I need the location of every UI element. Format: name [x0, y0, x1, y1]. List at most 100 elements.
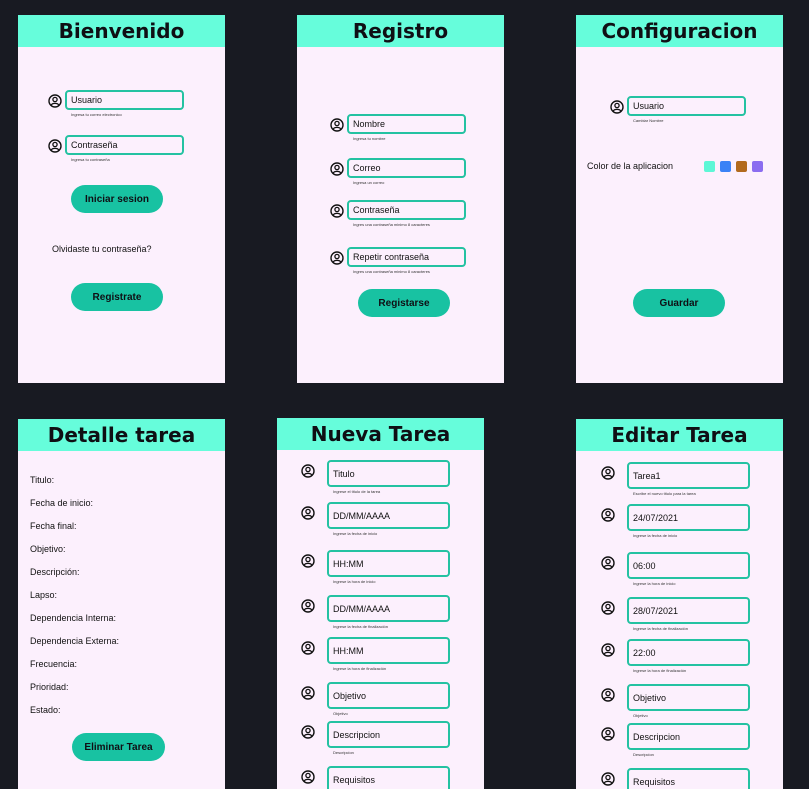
user-icon: [48, 94, 62, 108]
edit-task-hint: Ingrese la hora de finalización: [633, 668, 687, 673]
new-task-hint: Ingrese la fecha de finalización: [333, 624, 388, 629]
user-icon: [330, 251, 344, 265]
detail-label: Fecha final:: [30, 521, 77, 531]
detail-label: Dependencia Externa:: [30, 636, 120, 646]
new-task-field: HH:MM Ingrese la hora de inicio: [301, 550, 450, 584]
edit-task-input[interactable]: 28/07/2021: [627, 597, 750, 624]
user-icon: [301, 506, 315, 520]
login-user-field: Usuario Ingresa tu correo electronico: [48, 90, 184, 117]
config-title: Configuracion: [576, 15, 783, 47]
register-submit-button[interactable]: Registarse: [358, 289, 450, 317]
edit-task-input[interactable]: Descripcion: [627, 723, 750, 750]
register-email-hint: Ingresa un correo: [353, 180, 385, 185]
new-task-input[interactable]: Requisitos: [327, 766, 450, 789]
config-user-hint: Cambiar Nombre: [633, 118, 664, 123]
new-task-hint: Ingrese la fecha de inicio: [333, 531, 378, 536]
new-task-input[interactable]: HH:MM: [327, 637, 450, 664]
register-link-button[interactable]: Registrate: [71, 283, 163, 311]
delete-task-button[interactable]: Eliminar Tarea: [72, 733, 165, 761]
edit-task-input[interactable]: 22:00: [627, 639, 750, 666]
user-icon: [301, 641, 315, 655]
detail-label: Titulo:: [30, 475, 55, 485]
login-user-input[interactable]: Usuario: [65, 90, 184, 110]
new-task-input[interactable]: Titulo: [327, 460, 450, 487]
new-task-hint: Ingrese el titulo de la tarea: [333, 489, 381, 494]
user-icon: [301, 599, 315, 613]
login-pass-field: Contraseña Ingresa tu contraseña: [48, 135, 184, 162]
new-task-field: DD/MM/AAAA Ingrese la fecha de inicio: [301, 502, 450, 536]
detail-title: Detalle tarea: [18, 419, 225, 451]
color-swatch-purple[interactable]: [752, 161, 763, 172]
user-icon: [330, 118, 344, 132]
color-swatch-aqua[interactable]: [704, 161, 715, 172]
register-screen: Registro Nombre Ingresa tu nombre Correo…: [297, 15, 504, 383]
new-task-hint: Objetivo: [333, 711, 348, 716]
login-title: Bienvenido: [18, 15, 225, 47]
edit-task-input[interactable]: Requisitos: [627, 768, 750, 789]
new-task-hint: Descripcion: [333, 750, 354, 755]
login-pass-input[interactable]: Contraseña: [65, 135, 184, 155]
new-task-screen: Nueva Tarea Titulo Ingrese el titulo de …: [277, 418, 484, 789]
register-pass2-input[interactable]: Repetir contraseña: [347, 247, 466, 267]
user-icon: [301, 686, 315, 700]
new-task-input[interactable]: DD/MM/AAAA: [327, 595, 450, 622]
new-task-input[interactable]: HH:MM: [327, 550, 450, 577]
register-pass2-hint: Ingres una contraseña minimo 8 caractere…: [353, 269, 430, 274]
app-color-label: Color de la aplicacion: [587, 161, 674, 171]
login-screen: Bienvenido Usuario Ingresa tu correo ele…: [18, 15, 225, 383]
new-task-input[interactable]: DD/MM/AAAA: [327, 502, 450, 529]
register-field: Nombre Ingresa tu nombre: [330, 114, 466, 141]
user-icon: [301, 464, 315, 478]
register-field: Repetir contraseña Ingres una contraseña…: [330, 247, 466, 274]
edit-task-field: 24/07/2021 Ingrese la fecha de inicio: [601, 504, 750, 538]
edit-task-input[interactable]: Tarea1: [627, 462, 750, 489]
user-icon: [601, 508, 615, 522]
new-task-field: DD/MM/AAAA Ingrese la fecha de finalizac…: [301, 595, 450, 629]
user-icon: [601, 601, 615, 615]
detail-label: Estado:: [30, 705, 61, 715]
edit-task-field: Requisitos: [601, 768, 750, 789]
new-task-hint: Ingrese la hora de inicio: [333, 579, 376, 584]
user-icon: [601, 466, 615, 480]
edit-task-field: 06:00 Ingrese la hora de inicio: [601, 552, 750, 586]
edit-task-title: Editar Tarea: [576, 419, 783, 451]
edit-task-hint: Descripcion: [633, 752, 654, 757]
color-swatch-blue[interactable]: [720, 161, 731, 172]
register-email-input[interactable]: Correo: [347, 158, 466, 178]
user-icon: [48, 139, 62, 153]
color-swatch-brown[interactable]: [736, 161, 747, 172]
register-title: Registro: [297, 15, 504, 47]
user-icon: [330, 204, 344, 218]
new-task-field: Objetivo Objetivo: [301, 682, 450, 716]
login-user-hint: Ingresa tu correo electronico: [71, 112, 122, 117]
login-pass-hint: Ingresa tu contraseña: [71, 157, 110, 162]
detail-label: Descripción:: [30, 567, 80, 577]
save-button[interactable]: Guardar: [633, 289, 725, 317]
user-icon: [601, 556, 615, 570]
config-user-input[interactable]: Usuario: [627, 96, 746, 116]
edit-task-field: Objetivo Objetivo: [601, 684, 750, 718]
edit-task-hint: Ingrese la fecha de inicio: [633, 533, 678, 538]
forgot-password-link[interactable]: Olvidaste tu contraseña?: [52, 244, 152, 254]
edit-task-field: Tarea1 Escribe el nuevo titulo para la t…: [601, 462, 750, 496]
new-task-field: Titulo Ingrese el titulo de la tarea: [301, 460, 450, 494]
register-field: Correo Ingresa un correo: [330, 158, 466, 185]
edit-task-hint: Escribe el nuevo titulo para la tarea: [633, 491, 696, 496]
register-pass-hint: Ingres una contraseña minimo 8 caractere…: [353, 222, 430, 227]
new-task-input[interactable]: Descripcion: [327, 721, 450, 748]
edit-task-input[interactable]: 06:00: [627, 552, 750, 579]
edit-task-input[interactable]: 24/07/2021: [627, 504, 750, 531]
edit-task-field: 22:00 Ingrese la hora de finalización: [601, 639, 750, 673]
user-icon: [610, 100, 624, 114]
register-pass-input[interactable]: Contraseña: [347, 200, 466, 220]
login-button[interactable]: Iniciar sesion: [71, 185, 163, 213]
new-task-title: Nueva Tarea: [277, 418, 484, 450]
edit-task-input[interactable]: Objetivo: [627, 684, 750, 711]
config-screen: Configuracion Usuario Cambiar Nombre Col…: [576, 15, 783, 383]
detail-label: Lapso:: [30, 590, 58, 600]
detail-label: Objetivo:: [30, 544, 66, 554]
edit-task-hint: Ingrese la hora de inicio: [633, 581, 676, 586]
detail-label: Fecha de inicio:: [30, 498, 94, 508]
register-name-input[interactable]: Nombre: [347, 114, 466, 134]
new-task-input[interactable]: Objetivo: [327, 682, 450, 709]
